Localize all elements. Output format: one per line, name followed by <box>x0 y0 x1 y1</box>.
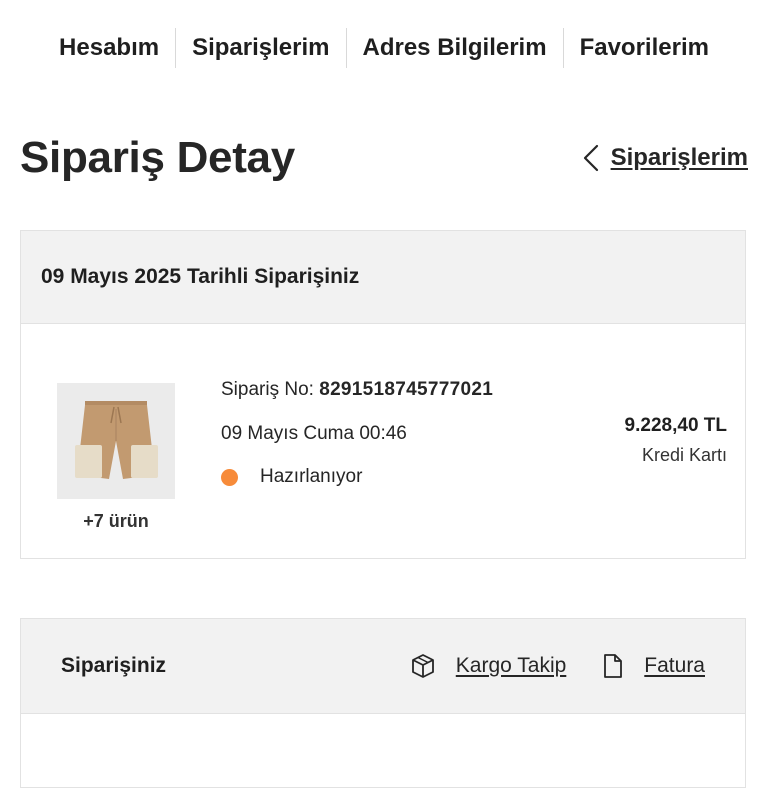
chevron-left-icon <box>583 144 598 172</box>
order-actions: Kargo Takip Fatura <box>410 653 705 679</box>
order-items-header: Siparişiniz Kargo Takip Fatura <box>21 619 745 714</box>
cargo-tracking-label: Kargo Takip <box>455 654 567 677</box>
invoice-link[interactable]: Fatura <box>602 653 705 679</box>
back-to-orders-link[interactable]: Siparişlerim <box>583 138 748 178</box>
invoice-label: Fatura <box>644 654 705 677</box>
page-title: Sipariş Detay <box>20 133 295 182</box>
order-heading: 09 Mayıs 2025 Tarihli Siparişiniz <box>21 231 745 324</box>
box-icon <box>411 654 434 678</box>
shorts-image <box>57 383 175 499</box>
order-items-heading: Siparişiniz <box>61 654 167 677</box>
nav-item-favorilerim[interactable]: Favorilerim <box>564 27 725 69</box>
order-number: Sipariş No: 8291518745777021 <box>221 379 493 401</box>
order-number-label: Sipariş No: <box>221 379 314 400</box>
document-icon <box>604 654 623 678</box>
nav-item-adres-bilgilerim[interactable]: Adres Bilgilerim <box>347 27 563 69</box>
back-link-label: Siparişlerim <box>610 144 748 171</box>
nav-item-hesabim[interactable]: Hesabım <box>43 27 175 69</box>
order-summary-card: 09 Mayıs 2025 Tarihli Siparişiniz +7 ürü… <box>20 230 746 559</box>
more-items-count: +7 ürün <box>83 511 149 531</box>
status-dot-icon <box>221 468 238 486</box>
nav-item-siparislerim[interactable]: Siparişlerim <box>176 27 345 69</box>
cargo-tracking-link[interactable]: Kargo Takip <box>410 653 567 679</box>
account-nav: Hesabım Siparişlerim Adres Bilgilerim Fa… <box>0 26 768 70</box>
status-label: Hazırlanıyor <box>260 466 363 487</box>
payment-method: Kredi Kartı <box>641 445 727 465</box>
product-image[interactable] <box>57 383 175 499</box>
order-number-value: 8291518745777021 <box>319 379 494 400</box>
order-items-card: Siparişiniz Kargo Takip Fatura <box>20 618 746 788</box>
order-total: 9.228,40 TL <box>624 415 727 436</box>
order-status: Hazırlanıyor <box>221 466 362 488</box>
order-date: 09 Mayıs Cuma 00:46 <box>221 423 407 444</box>
